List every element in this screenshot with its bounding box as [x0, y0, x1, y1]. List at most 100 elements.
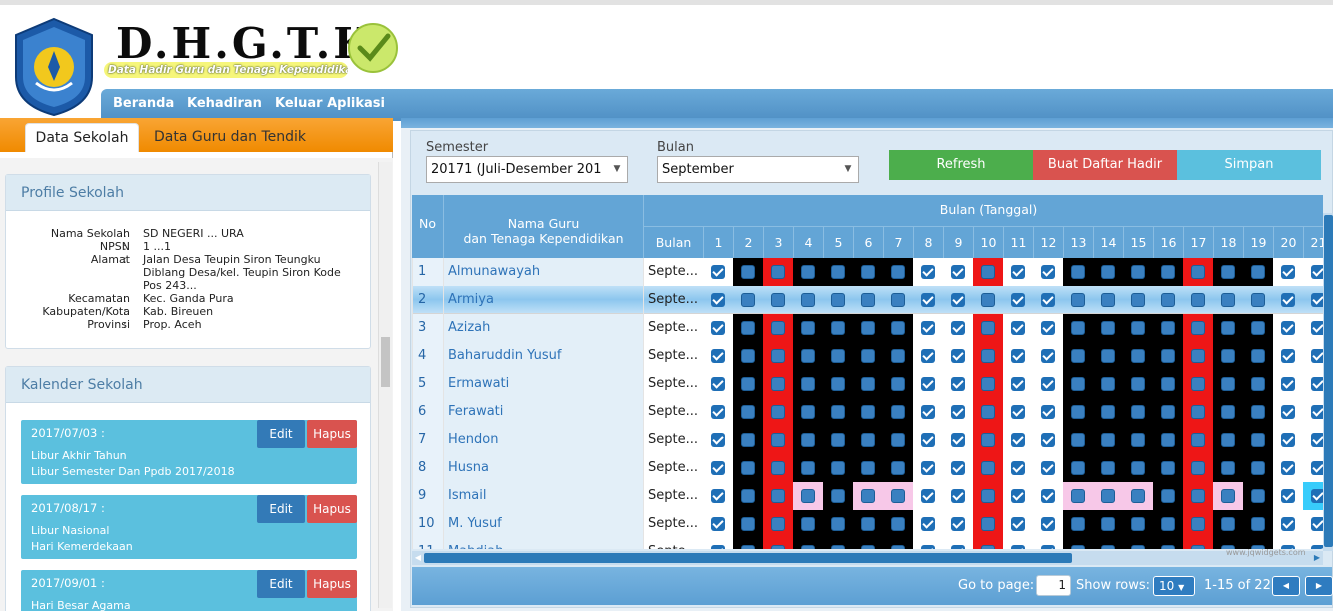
attendance-checkbox[interactable] — [1161, 265, 1175, 279]
attendance-checkbox[interactable] — [891, 349, 905, 363]
attendance-checkbox[interactable] — [951, 405, 965, 419]
attendance-checkbox[interactable] — [891, 321, 905, 335]
attendance-checkbox[interactable] — [771, 405, 785, 419]
attendance-checkbox[interactable] — [1251, 405, 1265, 419]
attendance-checkbox[interactable] — [1251, 433, 1265, 447]
attendance-checkbox[interactable] — [801, 293, 815, 307]
cell-name[interactable]: Almunawayah — [443, 258, 643, 286]
cell-bulan[interactable]: Septe... — [643, 538, 703, 549]
attendance-checkbox[interactable] — [981, 489, 995, 503]
attendance-checkbox[interactable] — [1221, 321, 1235, 335]
attendance-checkbox[interactable] — [1161, 349, 1175, 363]
attendance-checkbox[interactable] — [951, 517, 965, 531]
attendance-checkbox[interactable] — [981, 405, 995, 419]
table-row[interactable]: 8 Husna Septe... — [412, 454, 1323, 482]
attendance-checkbox[interactable] — [951, 461, 965, 475]
attendance-checkbox[interactable] — [1131, 517, 1145, 531]
nav-keluar-aplikasi[interactable]: Keluar Aplikasi — [275, 89, 385, 121]
attendance-checkbox[interactable] — [1281, 349, 1295, 363]
attendance-checkbox[interactable] — [1191, 461, 1205, 475]
attendance-checkbox[interactable] — [801, 545, 815, 549]
header-day-3[interactable]: 3 — [763, 227, 793, 258]
attendance-checkbox[interactable] — [1101, 377, 1115, 391]
attendance-checkbox[interactable] — [711, 517, 725, 531]
attendance-checkbox[interactable] — [1311, 461, 1323, 475]
attendance-checkbox[interactable] — [951, 349, 965, 363]
attendance-checkbox[interactable] — [951, 265, 965, 279]
attendance-checkbox[interactable] — [801, 517, 815, 531]
delete-button[interactable]: Hapus — [307, 495, 357, 523]
attendance-checkbox[interactable] — [1221, 433, 1235, 447]
attendance-checkbox[interactable] — [741, 461, 755, 475]
attendance-checkbox[interactable] — [801, 433, 815, 447]
cell-name[interactable]: Husna — [443, 454, 643, 482]
attendance-checkbox[interactable] — [831, 517, 845, 531]
cell-bulan[interactable]: Septe... — [643, 454, 703, 482]
cell-name[interactable]: Ismail — [443, 482, 643, 510]
attendance-checkbox[interactable] — [1131, 377, 1145, 391]
attendance-checkbox[interactable] — [951, 545, 965, 549]
attendance-checkbox[interactable] — [981, 545, 995, 549]
cell-no[interactable]: 6 — [412, 398, 443, 426]
attendance-checkbox[interactable] — [861, 349, 875, 363]
table-row[interactable]: 5 Ermawati Septe... — [412, 370, 1323, 398]
attendance-checkbox[interactable] — [891, 293, 905, 307]
attendance-checkbox[interactable] — [1071, 405, 1085, 419]
attendance-checkbox[interactable] — [1161, 377, 1175, 391]
attendance-checkbox[interactable] — [1101, 433, 1115, 447]
table-row[interactable]: 7 Hendon Septe... — [412, 426, 1323, 454]
attendance-checkbox[interactable] — [951, 489, 965, 503]
attendance-checkbox[interactable] — [1071, 433, 1085, 447]
attendance-checkbox[interactable] — [981, 293, 995, 307]
attendance-checkbox[interactable] — [1281, 321, 1295, 335]
attendance-checkbox[interactable] — [861, 433, 875, 447]
cell-name[interactable]: Armiya — [443, 286, 643, 314]
attendance-checkbox[interactable] — [801, 265, 815, 279]
attendance-checkbox[interactable] — [1071, 377, 1085, 391]
header-day-6[interactable]: 6 — [853, 227, 883, 258]
attendance-checkbox[interactable] — [1221, 377, 1235, 391]
attendance-checkbox[interactable] — [1221, 349, 1235, 363]
attendance-checkbox[interactable] — [1161, 517, 1175, 531]
scroll-left-icon[interactable]: ◀ — [412, 551, 424, 565]
attendance-checkbox[interactable] — [1041, 545, 1055, 549]
attendance-checkbox[interactable] — [741, 545, 755, 549]
attendance-checkbox[interactable] — [921, 377, 935, 391]
attendance-checkbox[interactable] — [1041, 293, 1055, 307]
attendance-checkbox[interactable] — [1251, 321, 1265, 335]
attendance-checkbox[interactable] — [981, 265, 995, 279]
cell-no[interactable]: 1 — [412, 258, 443, 286]
attendance-checkbox[interactable] — [1251, 461, 1265, 475]
scrollbar-thumb[interactable] — [381, 337, 390, 387]
edit-button[interactable]: Edit — [257, 420, 305, 448]
attendance-checkbox[interactable] — [1011, 405, 1025, 419]
attendance-checkbox[interactable] — [921, 293, 935, 307]
attendance-checkbox[interactable] — [1191, 489, 1205, 503]
attendance-checkbox[interactable] — [921, 265, 935, 279]
attendance-checkbox[interactable] — [1101, 489, 1115, 503]
attendance-checkbox[interactable] — [861, 517, 875, 531]
attendance-checkbox[interactable] — [801, 349, 815, 363]
attendance-checkbox[interactable] — [1101, 293, 1115, 307]
attendance-checkbox[interactable] — [1131, 349, 1145, 363]
table-row[interactable]: 4 Baharuddin Yusuf Septe... — [412, 342, 1323, 370]
attendance-checkbox[interactable] — [1071, 545, 1085, 549]
scroll-right-icon[interactable]: ▶ — [1311, 551, 1323, 565]
cell-no[interactable]: 2 — [412, 286, 443, 314]
attendance-checkbox[interactable] — [891, 377, 905, 391]
attendance-checkbox[interactable] — [1011, 377, 1025, 391]
refresh-button[interactable]: Refresh — [889, 150, 1033, 180]
attendance-checkbox[interactable] — [711, 433, 725, 447]
attendance-checkbox[interactable] — [921, 517, 935, 531]
attendance-checkbox[interactable] — [921, 349, 935, 363]
header-day-12[interactable]: 12 — [1033, 227, 1063, 258]
table-row[interactable]: 6 Ferawati Septe... — [412, 398, 1323, 426]
attendance-checkbox[interactable] — [1311, 377, 1323, 391]
attendance-checkbox[interactable] — [861, 265, 875, 279]
attendance-checkbox[interactable] — [1071, 517, 1085, 531]
attendance-checkbox[interactable] — [1071, 349, 1085, 363]
attendance-checkbox[interactable] — [1191, 349, 1205, 363]
attendance-checkbox[interactable] — [1161, 433, 1175, 447]
attendance-checkbox[interactable] — [741, 321, 755, 335]
attendance-checkbox[interactable] — [771, 293, 785, 307]
